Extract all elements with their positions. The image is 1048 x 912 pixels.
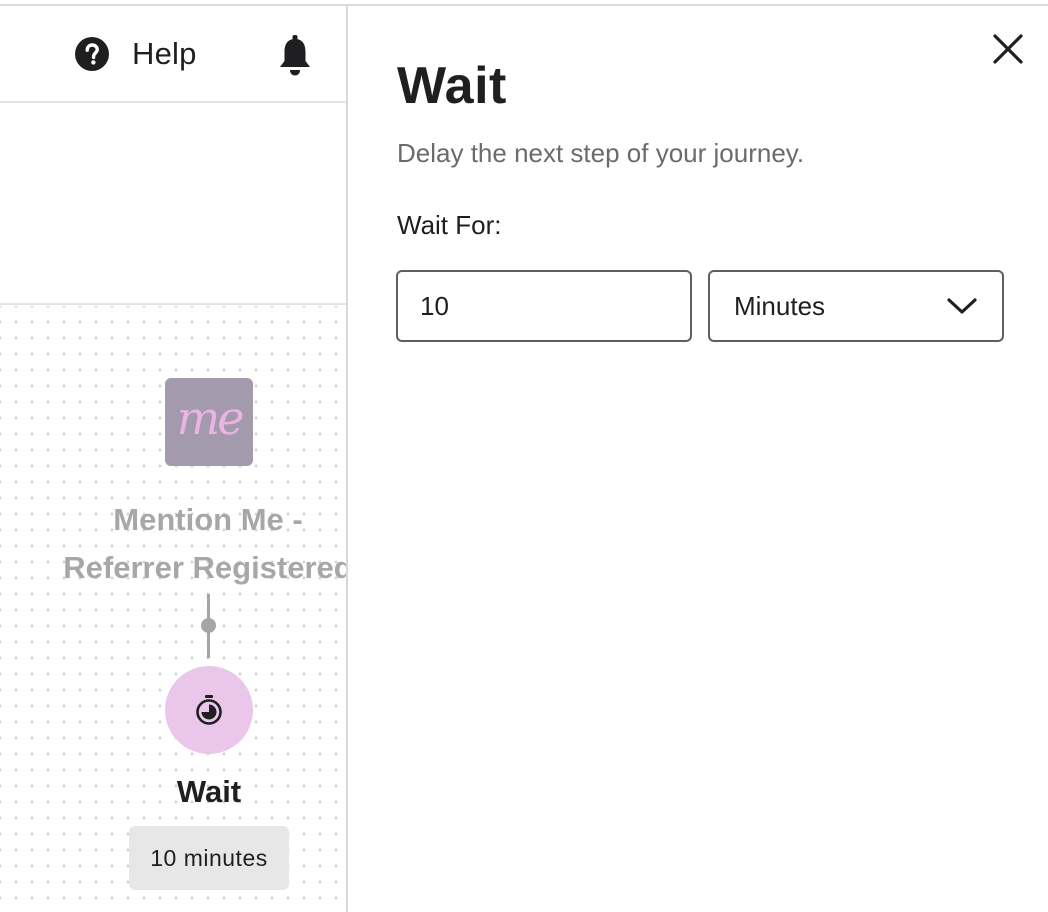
flow-canvas[interactable]: me Mention Me - Referrer Registered Wait… (0, 306, 347, 912)
chevron-down-icon (947, 298, 977, 314)
help-label: Help (132, 36, 197, 71)
question-circle-icon (75, 37, 109, 71)
panel-title: Wait (397, 57, 507, 115)
toolbar-area (0, 105, 347, 305)
panel-description: Delay the next step of your journey. (397, 138, 805, 168)
help-button[interactable]: Help (74, 36, 197, 72)
trigger-title-line-2: Referrer Registered (63, 550, 347, 585)
wait-unit-select[interactable]: Minutes (708, 270, 1004, 342)
timer-icon (196, 695, 222, 725)
trigger-title-line-1: Mention Me - (113, 502, 303, 537)
bell-icon[interactable] (276, 34, 314, 78)
wait-settings-panel: Wait Delay the next step of your journey… (348, 6, 1048, 912)
wait-for-label: Wait For: (397, 210, 502, 240)
wait-node[interactable] (165, 666, 253, 754)
mention-me-logo[interactable]: me (165, 378, 253, 466)
unit-select-value: Minutes (734, 290, 826, 321)
wait-duration-badge: 10 minutes (129, 826, 289, 890)
connector-dot[interactable] (201, 618, 216, 633)
trigger-node-title[interactable]: Mention Me - Referrer Registered (0, 496, 347, 592)
top-bar: Help (0, 6, 347, 103)
wait-node-label: Wait (176, 774, 242, 809)
journey-canvas-pane: Help me Mention Me - Referrer Registered… (0, 6, 347, 912)
logo-text: me (176, 391, 245, 445)
wait-amount-input[interactable] (396, 270, 692, 342)
close-icon[interactable] (991, 32, 1025, 66)
